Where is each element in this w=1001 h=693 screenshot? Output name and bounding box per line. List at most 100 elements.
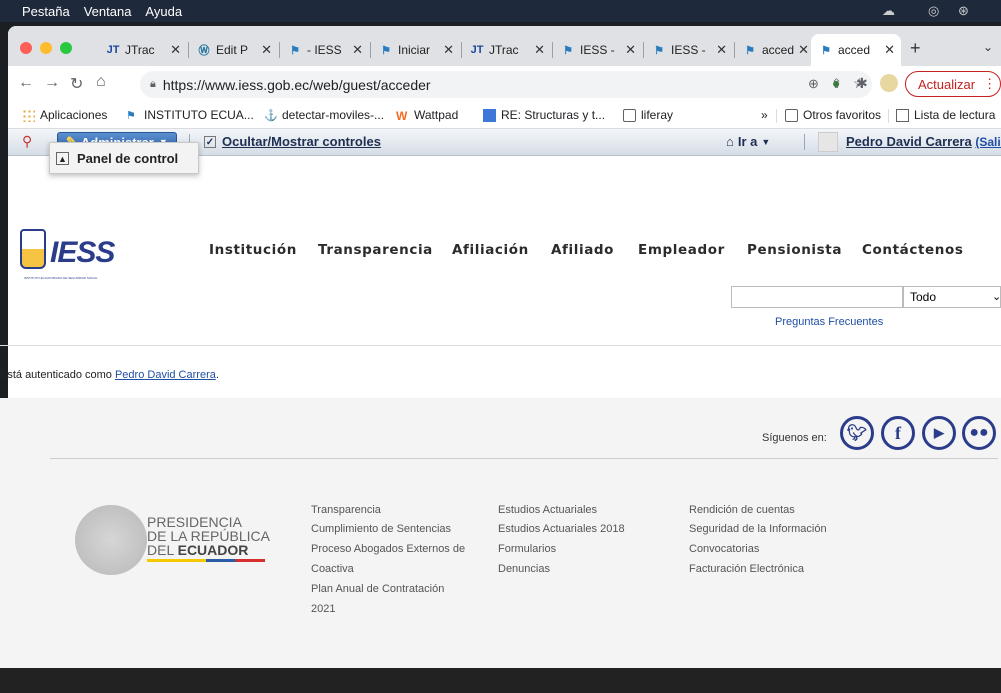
folder-icon [785, 108, 798, 122]
iess-logo[interactable]: IESS [50, 236, 115, 270]
close-window-button[interactable] [20, 42, 32, 54]
logout-link[interactable]: (Salir [975, 135, 1001, 149]
footer-link-convocatorias[interactable]: Convocatorias [689, 543, 759, 555]
close-icon[interactable]: ✕ [170, 42, 181, 58]
doc-icon [483, 108, 496, 122]
tab-iess-2[interactable]: ⚑ IESS - ✕ [553, 34, 642, 66]
maximize-window-button[interactable] [60, 42, 72, 54]
tab-jtrac-2[interactable]: JT JTrac ✕ [462, 34, 551, 66]
checkbox-icon[interactable]: ✓ [204, 135, 216, 148]
menu-ventana[interactable]: Ventana [84, 4, 132, 19]
bookmark-detectar[interactable]: ⚓ detectar-moviles-... [264, 108, 384, 122]
bookmark-re-structuras[interactable]: RE: Structuras y t... [483, 108, 605, 122]
faq-link[interactable]: Preguntas Frecuentes [775, 316, 883, 328]
footer-link-seguridad[interactable]: Seguridad de la Información [689, 523, 827, 535]
bookmark-wattpad[interactable]: W Wattpad [396, 108, 458, 123]
auth-prefix: Está autenticado como [0, 369, 112, 381]
tab-label: acced [838, 43, 871, 57]
search-scope-value: Todo [910, 290, 937, 304]
tab-acceder-active[interactable]: ⚑ acced ✕ [811, 34, 901, 66]
home-icon[interactable]: ⌂ [96, 73, 106, 91]
bookmark-label: Otros favoritos [803, 108, 882, 122]
reload-icon[interactable]: ↻ [70, 74, 83, 94]
close-icon[interactable]: ✕ [625, 42, 636, 58]
search-input[interactable] [731, 286, 903, 308]
flickr-icon[interactable]: ●● [962, 416, 996, 450]
footer-link-coactiva[interactable]: Coactiva [311, 563, 354, 575]
footer-link-plan-anual[interactable]: Plan Anual de Contratación [311, 583, 444, 595]
nav-pensionista[interactable]: Pensionista [747, 242, 842, 258]
control-panel-item[interactable]: Panel de control [77, 151, 178, 166]
nav-transparencia[interactable]: Transparencia [318, 242, 433, 258]
youtube-icon[interactable]: ▶ [922, 416, 956, 450]
nav-afiliacion[interactable]: Afiliación [452, 242, 529, 258]
toggle-controls[interactable]: ✓ Ocultar/Mostrar controles [204, 134, 381, 149]
new-tab-button[interactable]: + [910, 38, 921, 59]
footer-link-facturacion[interactable]: Facturación Electrónica [689, 563, 804, 575]
tab-search-chevron-icon[interactable]: ⌄ [983, 40, 993, 54]
footer-link-sentencias[interactable]: Cumplimiento de Sentencias [311, 523, 451, 535]
tab-jtrac-1[interactable]: JT JTrac ✕ [98, 34, 187, 66]
nav-contactenos[interactable]: Contáctenos [862, 242, 964, 258]
close-icon[interactable]: ✕ [534, 42, 545, 58]
liferay-pin-icon[interactable]: ⚲ [22, 133, 32, 150]
menu-pestana[interactable]: Pestaña [22, 4, 70, 19]
bookmark-instituto[interactable]: ⚑ INSTITUTO ECUA... [126, 108, 254, 122]
iess-icon: ⚑ [563, 44, 573, 57]
ecuador-coat-of-arms [75, 505, 147, 575]
forward-icon[interactable]: → [44, 74, 60, 92]
footer-link-transparencia[interactable]: Transparencia [311, 504, 381, 516]
auth-user-link[interactable]: Pedro David Carrera [115, 369, 216, 381]
back-icon[interactable]: ← [18, 74, 34, 92]
tab-label: JTrac [489, 43, 519, 57]
nav-institucion[interactable]: Institución [209, 242, 297, 258]
iess-icon: ⚑ [381, 44, 391, 57]
nav-empleador[interactable]: Empleador [638, 242, 725, 258]
presidencia-logo[interactable]: PRESIDENCIA DE LA REPÚBLICA DEL ECUADOR [147, 515, 270, 562]
tab-acceder-1[interactable]: ⚑ acced ✕ [735, 34, 815, 66]
footer-link-abogados[interactable]: Proceso Abogados Externos de [311, 543, 465, 555]
user-name[interactable]: Pedro David Carrera [846, 134, 972, 149]
tab-edit-post[interactable]: Ⓦ Edit P ✕ [189, 34, 278, 66]
bookmark-liferay[interactable]: liferay [623, 108, 673, 122]
profile-avatar[interactable] [880, 74, 898, 92]
update-button[interactable]: Actualizar ⋮ [905, 71, 1001, 97]
extension-globe-icon[interactable]: ● [832, 75, 840, 91]
user-avatar[interactable] [818, 132, 838, 152]
close-icon[interactable]: ✕ [798, 42, 809, 58]
minimize-window-button[interactable] [40, 42, 52, 54]
status-icon[interactable]: ◎ [928, 3, 939, 19]
footer-link-estudios[interactable]: Estudios Actuariales [498, 504, 597, 516]
gov-line3-prefix: DEL [147, 542, 174, 558]
nav-afiliado[interactable]: Afiliado [551, 242, 614, 258]
creative-cloud-icon[interactable]: ☁ [882, 3, 895, 19]
bookmark-label: detectar-moviles-... [282, 108, 385, 122]
footer-link-denuncias[interactable]: Denuncias [498, 563, 550, 575]
tab-iniciar[interactable]: ⚑ Iniciar ✕ [371, 34, 460, 66]
bookmark-apps[interactable]: Aplicaciones [22, 108, 107, 122]
close-icon[interactable]: ✕ [261, 42, 272, 58]
menu-ayuda[interactable]: Ayuda [145, 4, 182, 19]
goto-menu[interactable]: ⌂ Ir a ▼ [726, 134, 770, 149]
tab-iess-3[interactable]: ⚑ IESS - ✕ [644, 34, 733, 66]
more-bookmarks-chevron[interactable]: » [761, 108, 768, 122]
vpn-icon[interactable]: ⊛ [958, 3, 969, 19]
search-scope-select[interactable]: Todo ⌄ [903, 286, 1001, 308]
twitter-icon[interactable]: 🐦︎ [840, 416, 874, 450]
footer-link-formularios[interactable]: Formularios [498, 543, 556, 555]
close-icon[interactable]: ✕ [352, 42, 363, 58]
bookmark-other[interactable]: Otros favoritos [785, 108, 881, 122]
user-menu[interactable]: Pedro David Carrera (Salir [846, 134, 1001, 149]
close-icon[interactable]: ✕ [884, 42, 895, 58]
facebook-icon[interactable]: f [881, 416, 915, 450]
footer-link-estudios-2018[interactable]: Estudios Actuariales 2018 [498, 523, 625, 535]
extensions-puzzle-icon[interactable]: ✱ [856, 75, 868, 92]
footer-link-2021[interactable]: 2021 [311, 603, 335, 615]
close-icon[interactable]: ✕ [443, 42, 454, 58]
reading-list[interactable]: Lista de lectura [896, 108, 995, 122]
footer-link-rendicion[interactable]: Rendición de cuentas [689, 504, 795, 516]
tab-iess-1[interactable]: ⚑ - IESS ✕ [280, 34, 369, 66]
close-icon[interactable]: ✕ [716, 42, 727, 58]
address-bar[interactable]: 🔒︎ https://www.iess.gob.ec/web/guest/acc… [140, 71, 872, 98]
zoom-icon[interactable]: ⊕ [808, 76, 819, 92]
